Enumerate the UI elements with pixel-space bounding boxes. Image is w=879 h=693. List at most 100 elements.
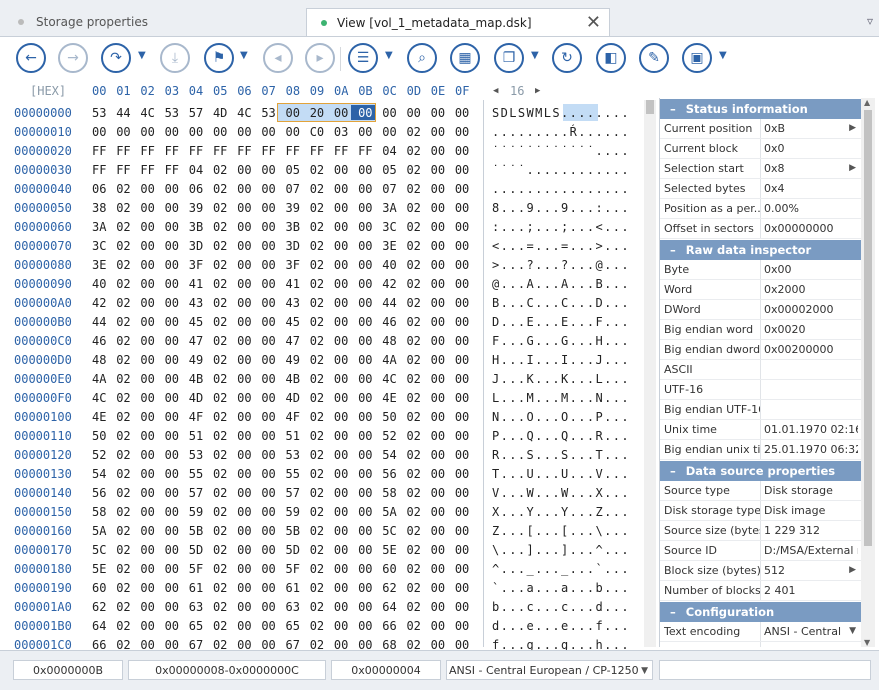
hex-byte[interactable]: 02 — [213, 237, 237, 256]
hex-byte[interactable]: 02 — [213, 560, 237, 579]
panel-section-header[interactable]: – Configuration — [660, 601, 862, 622]
hex-byte[interactable]: 20 — [310, 104, 334, 123]
hex-byte[interactable]: 00 — [140, 218, 164, 237]
hex-byte[interactable]: 02 — [116, 313, 140, 332]
hex-byte[interactable]: 59 — [189, 503, 213, 522]
panel-section-header[interactable]: – Status information — [660, 98, 862, 119]
ascii-row[interactable]: N...O...O...P... — [492, 408, 630, 427]
hex-byte[interactable]: 02 — [116, 598, 140, 617]
ascii-row[interactable]: L...M...M...N... — [492, 389, 630, 408]
hex-byte[interactable]: 00 — [261, 332, 285, 351]
hex-byte[interactable]: 60 — [92, 579, 116, 598]
hex-byte[interactable]: 00 — [455, 427, 479, 446]
property-row[interactable]: Word 0x2000 — [660, 280, 862, 300]
hex-byte[interactable]: 00 — [358, 332, 382, 351]
hex-byte[interactable]: 00 — [431, 180, 455, 199]
hex-byte[interactable]: 3F — [286, 256, 310, 275]
hex-byte[interactable]: 00 — [431, 237, 455, 256]
hex-byte[interactable]: 00 — [237, 503, 261, 522]
hex-byte[interactable]: 02 — [213, 370, 237, 389]
hex-byte[interactable]: 00 — [237, 370, 261, 389]
hex-byte[interactable]: 02 — [213, 579, 237, 598]
hex-byte[interactable]: 00 — [140, 370, 164, 389]
hex-byte[interactable]: 02 — [310, 275, 334, 294]
hex-byte[interactable]: 02 — [406, 427, 430, 446]
hex-byte[interactable]: 00 — [358, 427, 382, 446]
hex-byte[interactable]: 00 — [358, 237, 382, 256]
hex-byte[interactable]: 02 — [213, 465, 237, 484]
chevron-down-icon[interactable]: ▼ — [138, 50, 146, 61]
property-row[interactable]: Offset in sectors 0x00000000 — [660, 219, 862, 239]
layout-icon[interactable]: ▦ — [450, 43, 480, 73]
hex-byte[interactable]: 43 — [286, 294, 310, 313]
hex-byte[interactable]: 02 — [116, 332, 140, 351]
hex-byte[interactable]: 00 — [261, 351, 285, 370]
hex-byte[interactable]: 00 — [140, 408, 164, 427]
hex-row[interactable]: 5E 02 00 00 5F 02 00 00 5F 02 00 00 60 02 00 00 — [92, 560, 479, 579]
hex-byte[interactable]: 44 — [116, 104, 140, 123]
hex-byte[interactable]: 00 — [358, 161, 382, 180]
hex-byte[interactable]: 00 — [334, 370, 358, 389]
hex-byte[interactable]: 02 — [213, 161, 237, 180]
hex-byte[interactable]: 00 — [334, 199, 358, 218]
hex-byte[interactable]: 00 — [334, 256, 358, 275]
hex-byte[interactable]: 00 — [431, 370, 455, 389]
hex-byte[interactable]: FF — [358, 142, 382, 161]
hex-byte[interactable]: 56 — [92, 484, 116, 503]
property-row[interactable]: Block size (bytes) 512 ▶ — [660, 561, 862, 581]
ascii-row[interactable]: ˙˙˙˙............ — [492, 161, 630, 180]
ascii-row[interactable]: `...a...a...b... — [492, 579, 630, 598]
hex-byte[interactable]: 00 — [334, 522, 358, 541]
property-row[interactable]: Big endian UTF-16 — [660, 400, 862, 420]
chevron-down-icon[interactable]: ▼ — [849, 622, 856, 641]
hex-byte[interactable]: 00 — [237, 541, 261, 560]
hex-byte[interactable]: FF — [140, 161, 164, 180]
tab-menu-icon[interactable]: ▿ — [867, 14, 873, 28]
hex-byte[interactable]: 47 — [286, 332, 310, 351]
hex-byte[interactable]: FF — [334, 142, 358, 161]
ascii-row[interactable]: D...E...E...F... — [492, 313, 630, 332]
property-row[interactable]: Byte 0x00 — [660, 260, 862, 280]
hex-byte[interactable]: 00 — [358, 104, 382, 123]
hex-byte[interactable]: 06 — [189, 180, 213, 199]
hex-byte[interactable]: 07 — [382, 180, 406, 199]
hex-byte[interactable]: 41 — [286, 275, 310, 294]
hex-byte[interactable]: 02 — [116, 237, 140, 256]
hex-byte[interactable]: 00 — [358, 503, 382, 522]
hex-byte[interactable]: 02 — [406, 351, 430, 370]
ascii-row[interactable]: J...K...K...L... — [492, 370, 630, 389]
hex-byte[interactable]: 00 — [431, 427, 455, 446]
hex-byte[interactable]: 00 — [358, 123, 382, 142]
ascii-row[interactable]: 8...9...9...:... — [492, 199, 630, 218]
hex-byte[interactable]: 4B — [189, 370, 213, 389]
hex-byte[interactable]: 55 — [286, 465, 310, 484]
hex-byte[interactable]: FF — [165, 161, 189, 180]
hex-byte[interactable]: 00 — [237, 465, 261, 484]
hex-byte[interactable]: 02 — [116, 256, 140, 275]
chevron-down-icon[interactable]: ▼ — [719, 50, 727, 61]
arrow-left-icon[interactable]: ← — [16, 43, 46, 73]
hex-byte[interactable]: 02 — [116, 617, 140, 636]
hex-byte[interactable]: 02 — [310, 560, 334, 579]
hex-byte[interactable]: 00 — [431, 161, 455, 180]
hex-byte[interactable]: 5C — [382, 522, 406, 541]
hex-byte[interactable]: 00 — [237, 351, 261, 370]
hex-byte[interactable]: 00 — [431, 332, 455, 351]
hex-byte[interactable]: 02 — [213, 389, 237, 408]
property-row[interactable]: Source size (bytes) 1 229 312 — [660, 521, 862, 541]
property-row[interactable]: Current position 0xB ▶ — [660, 119, 862, 139]
hex-byte[interactable]: 00 — [140, 237, 164, 256]
hex-byte[interactable]: 00 — [165, 484, 189, 503]
hex-byte[interactable]: 00 — [358, 275, 382, 294]
hex-byte[interactable]: 02 — [310, 579, 334, 598]
hex-byte[interactable]: FF — [92, 142, 116, 161]
search-icon[interactable]: ⌕ — [407, 43, 437, 73]
hex-byte[interactable]: 00 — [237, 332, 261, 351]
chevron-right-icon[interactable]: ▶ — [849, 561, 856, 580]
hex-byte[interactable]: 3F — [189, 256, 213, 275]
chevron-right-icon[interactable]: ▶ — [535, 82, 540, 100]
list-icon[interactable]: ☰ — [348, 43, 378, 73]
hex-byte[interactable]: 00 — [431, 142, 455, 161]
hex-byte[interactable]: 02 — [310, 408, 334, 427]
hex-byte[interactable]: 00 — [237, 579, 261, 598]
